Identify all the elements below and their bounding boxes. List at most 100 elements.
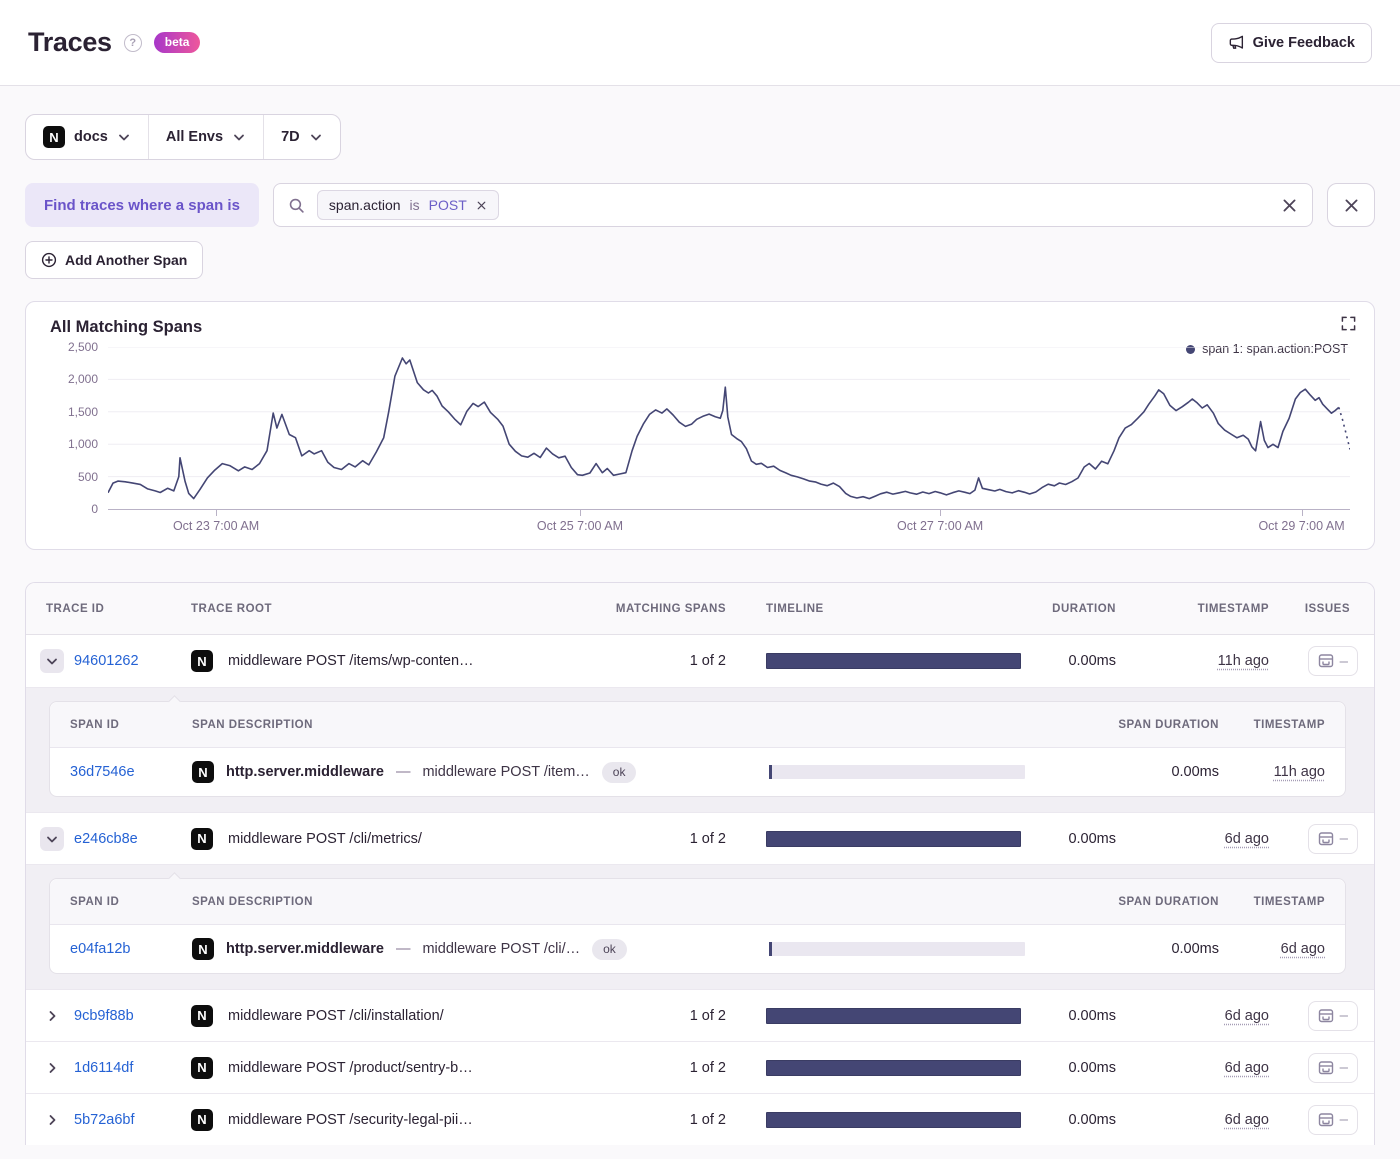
duration-value: 0.00ms — [1068, 1007, 1116, 1024]
issues-count: – — [1339, 830, 1348, 847]
col-matching-spans: MATCHING SPANS — [615, 602, 726, 615]
timeline-bar[interactable] — [766, 1059, 1021, 1076]
span-search-row: Find traces where a span is span.action … — [25, 183, 1375, 227]
timestamp-value[interactable]: 6d ago — [1225, 1060, 1269, 1076]
expanded-spans-section: SPAN ID SPAN DESCRIPTION SPAN DURATION T… — [26, 687, 1374, 812]
expand-trace-button[interactable] — [40, 1004, 64, 1028]
span-timeline-bar[interactable] — [769, 942, 1025, 956]
col-span-id: SPAN ID — [70, 718, 120, 731]
col-span-description: SPAN DESCRIPTION — [192, 718, 313, 731]
span-id-link[interactable]: 36d7546e — [70, 764, 135, 780]
nextjs-icon: N — [192, 761, 214, 783]
expanded-spans-section: SPAN ID SPAN DESCRIPTION SPAN DURATION T… — [26, 864, 1374, 989]
timestamp-value[interactable]: 6d ago — [1225, 831, 1269, 847]
project-filter[interactable]: N docs — [26, 115, 148, 159]
nextjs-icon: N — [191, 827, 213, 850]
chart-title: All Matching Spans — [50, 318, 203, 336]
trace-id-link[interactable]: 1d6114df — [74, 1060, 133, 1076]
span-description-text: middleware POST /item… — [422, 764, 590, 780]
duration-value: 0.00ms — [1068, 1111, 1116, 1128]
trace-row: 5b72a6bf N middleware POST /security-leg… — [26, 1093, 1374, 1145]
x-axis-label: Oct 23 7:00 AM — [172, 519, 260, 533]
remove-span-row-button[interactable] — [1327, 183, 1375, 227]
timeline-bar[interactable] — [766, 1111, 1021, 1128]
x-axis-label: Oct 27 7:00 AM — [897, 519, 984, 533]
environment-filter[interactable]: All Envs — [147, 115, 263, 159]
span-timestamp-value[interactable]: 6d ago — [1281, 941, 1325, 957]
issues-count: – — [1339, 1059, 1348, 1076]
x-axis: Oct 23 7:00 AM Oct 25 7:00 AM Oct 27 7:00 … — [108, 509, 1350, 539]
x-axis-label: Oct 25 7:00 AM — [536, 519, 624, 533]
span-table-header: SPAN ID SPAN DESCRIPTION SPAN DURATION T… — [50, 702, 1345, 748]
expand-trace-button[interactable] — [40, 1108, 64, 1132]
issues-button[interactable]: – — [1307, 823, 1358, 854]
fullscreen-icon — [1341, 316, 1356, 331]
timeline-bar[interactable] — [766, 830, 1021, 847]
col-timeline: TIMELINE — [766, 602, 824, 615]
y-axis-label: 2,000 — [67, 372, 98, 387]
issues-count: – — [1339, 1111, 1348, 1128]
filter-bar: N docs All Envs 7D — [25, 114, 341, 160]
chevron-down-icon — [234, 134, 244, 141]
beta-badge: beta — [153, 32, 201, 53]
col-span-duration: SPAN DURATION — [1118, 895, 1219, 908]
add-another-span-button[interactable]: Add Another Span — [25, 241, 204, 279]
issues-button[interactable]: – — [1307, 646, 1358, 676]
duration-value: 0.00ms — [1068, 653, 1116, 669]
trace-root-text: middleware POST /security-legal-pii… — [228, 1111, 473, 1128]
nextjs-icon: N — [191, 1004, 213, 1027]
help-icon[interactable]: ? — [123, 33, 142, 52]
col-span-timestamp: TIMESTAMP — [1253, 718, 1325, 731]
line-chart[interactable] — [108, 347, 1350, 509]
trace-root-text: middleware POST /product/sentry-b… — [228, 1059, 473, 1076]
issues-button[interactable]: – — [1307, 1000, 1358, 1031]
megaphone-icon — [1228, 34, 1245, 51]
chevron-down-icon — [47, 658, 57, 665]
timeline-bar[interactable] — [766, 1007, 1021, 1024]
trace-id-link[interactable]: 94601262 — [74, 653, 139, 669]
col-timestamp: TIMESTAMP — [1197, 602, 1269, 615]
chevron-down-icon — [118, 134, 129, 141]
col-trace-root: TRACE ROOT — [191, 602, 273, 615]
close-icon — [1344, 198, 1358, 212]
span-timeline-bar[interactable] — [769, 765, 1025, 779]
span-op: http.server.middleware — [226, 764, 384, 780]
nextjs-icon: N — [43, 126, 65, 148]
timeline-bar[interactable] — [766, 653, 1021, 669]
span-id-link[interactable]: e04fa12b — [70, 941, 130, 957]
span-op: http.server.middleware — [226, 941, 384, 957]
trace-id-link[interactable]: 9cb9f88b — [74, 1008, 134, 1024]
expand-trace-button[interactable] — [40, 826, 64, 851]
issues-button[interactable]: – — [1307, 1104, 1358, 1135]
issues-icon — [1318, 1060, 1333, 1074]
expand-trace-button[interactable] — [40, 649, 64, 673]
trace-id-link[interactable]: 5b72a6bf — [74, 1112, 134, 1128]
issues-icon — [1318, 831, 1333, 845]
chevron-right-icon — [49, 1062, 56, 1073]
issues-icon — [1318, 1112, 1333, 1126]
timestamp-value[interactable]: 6d ago — [1225, 1112, 1269, 1128]
trace-row: 94601262 N middleware POST /items/wp-con… — [26, 635, 1374, 687]
search-clear-icon[interactable] — [1281, 197, 1298, 214]
y-axis-label: 0 — [91, 502, 98, 516]
chip-remove-icon[interactable] — [476, 200, 487, 211]
search-filter-chip[interactable]: span.action is POST — [316, 190, 499, 220]
timestamp-value[interactable]: 6d ago — [1225, 1008, 1269, 1024]
span-search-input[interactable]: span.action is POST — [272, 183, 1313, 227]
issues-button[interactable]: – — [1307, 1052, 1358, 1083]
trace-id-link[interactable]: e246cb8e — [74, 831, 138, 847]
span-duration-value: 0.00ms — [1171, 764, 1219, 780]
trace-row: 9cb9f88b N middleware POST /cli/installa… — [26, 989, 1374, 1041]
matching-spans-value: 1 of 2 — [689, 1111, 726, 1128]
date-range-filter[interactable]: 7D — [263, 115, 340, 159]
y-axis-label: 2,500 — [67, 340, 98, 354]
matching-spans-value: 1 of 2 — [689, 830, 726, 847]
give-feedback-button[interactable]: Give Feedback — [1210, 22, 1372, 63]
y-axis: 0 500 1,000 1,500 2,000 2,500 — [50, 340, 108, 516]
col-span-timestamp: TIMESTAMP — [1253, 895, 1325, 908]
span-timestamp-value[interactable]: 11h ago — [1274, 764, 1325, 780]
expand-trace-button[interactable] — [40, 1056, 64, 1080]
timestamp-value[interactable]: 11h ago — [1218, 653, 1269, 669]
project-filter-label: docs — [74, 129, 108, 145]
expand-chart-button[interactable] — [1341, 316, 1356, 331]
